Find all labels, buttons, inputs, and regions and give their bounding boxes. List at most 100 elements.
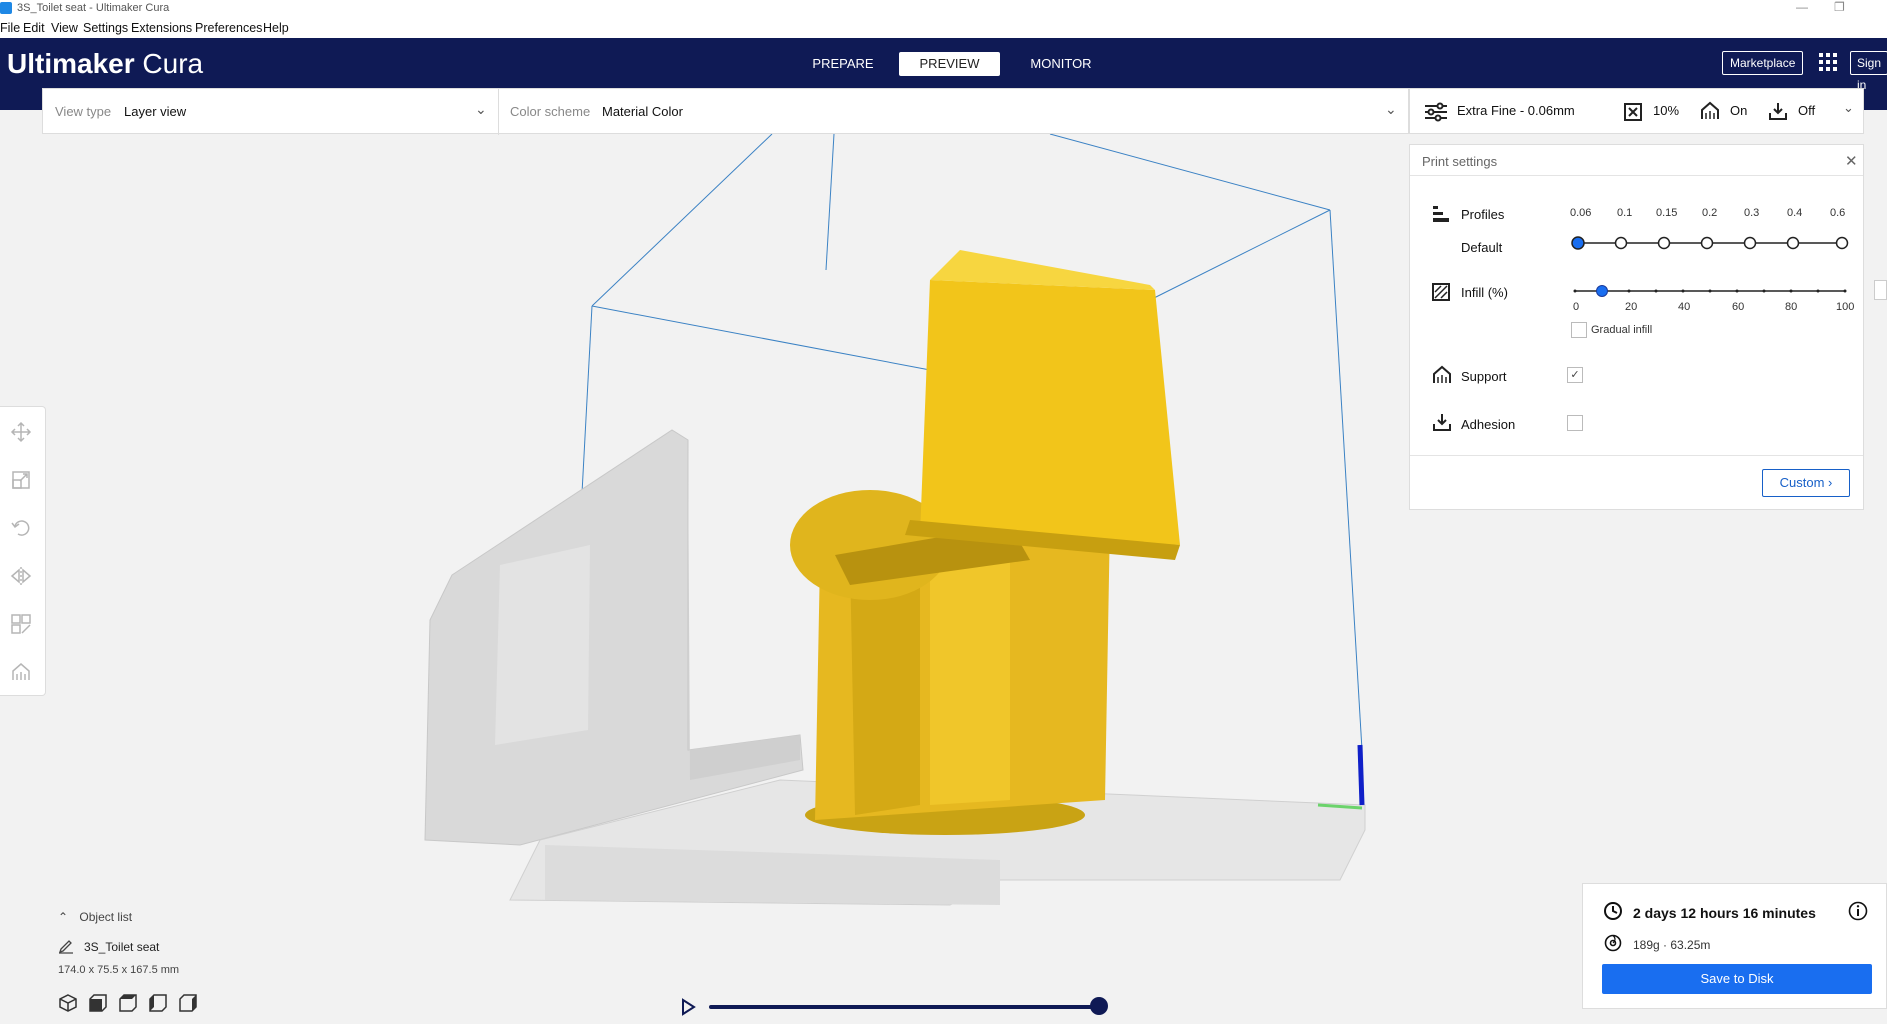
front-view-icon[interactable]: [88, 993, 108, 1013]
profile-value: 0.2: [1702, 207, 1718, 219]
window-title: 3S_Toilet seat - Ultimaker Cura: [17, 2, 170, 14]
profiles-label: Profiles: [1461, 207, 1505, 222]
menu-help[interactable]: Help: [263, 21, 289, 35]
color-scheme-select[interactable]: Material Color: [602, 104, 683, 119]
infill-label: Infill (%): [1461, 285, 1508, 300]
sliders-icon: [1425, 102, 1447, 122]
adhesion-summary: Off: [1798, 103, 1816, 118]
support-checkbox[interactable]: ✓: [1567, 367, 1583, 383]
profile-value: 0.3: [1744, 207, 1760, 219]
gradual-infill-label: Gradual infill: [1591, 324, 1653, 336]
info-icon[interactable]: [1848, 901, 1868, 921]
menu-extensions[interactable]: Extensions: [131, 21, 192, 35]
menu-file[interactable]: File: [0, 21, 20, 35]
infill-slider[interactable]: [1570, 283, 1855, 299]
object-name[interactable]: 3S_Toilet seat: [84, 940, 159, 954]
play-icon[interactable]: [680, 998, 696, 1016]
default-label: Default: [1461, 240, 1503, 255]
profile-slider-handle[interactable]: [1571, 236, 1585, 250]
per-model-settings-icon[interactable]: [10, 613, 32, 635]
pencil-icon[interactable]: [58, 940, 74, 954]
object-dimensions: 174.0 x 75.5 x 167.5 mm: [58, 964, 180, 976]
support-icon: [1433, 365, 1451, 383]
right-view-icon[interactable]: [178, 993, 198, 1013]
move-icon[interactable]: [10, 421, 32, 443]
logo-light-text: Cura: [142, 48, 204, 79]
minimize-icon[interactable]: —: [1796, 0, 1808, 14]
profile-summary: Extra Fine - 0.06mm: [1457, 103, 1575, 118]
window-titlebar: 3S_Toilet seat - Ultimaker Cura — ❐: [0, 0, 1887, 18]
menu-edit[interactable]: Edit: [23, 21, 45, 35]
infill-icon: [1432, 283, 1450, 301]
close-icon[interactable]: ✕: [1845, 152, 1858, 170]
layer-path-slider-track[interactable]: [709, 1005, 1101, 1009]
profile-value: 0.06: [1570, 207, 1592, 219]
color-scheme-label: Color scheme: [510, 104, 591, 119]
infill-tick: 100: [1836, 301, 1855, 313]
cura-logo: Ultimaker Cura: [7, 48, 203, 80]
material-usage: 189g · 63.25m: [1633, 938, 1711, 952]
custom-button-label: Custom: [1779, 475, 1825, 490]
tab-prepare[interactable]: PREPARE: [800, 52, 886, 76]
left-view-icon[interactable]: [148, 993, 168, 1013]
menu-view[interactable]: View: [51, 21, 78, 35]
layer-path-slider-handle[interactable]: [1090, 997, 1108, 1015]
chevron-down-icon[interactable]: ⌄: [475, 101, 487, 118]
chevron-up-icon: ⌃: [58, 910, 69, 924]
view-options-bar: View type Layer view ⌄ Color scheme Mate…: [42, 88, 1409, 135]
support-icon: [1701, 101, 1719, 119]
print-settings-summary[interactable]: Extra Fine - 0.06mm 10% On Off ⌄: [1409, 88, 1864, 134]
menu-settings[interactable]: Settings: [83, 21, 128, 35]
gradual-infill-checkbox[interactable]: [1571, 322, 1587, 338]
marketplace-button[interactable]: Marketplace: [1722, 51, 1804, 75]
support-blocker-icon[interactable]: [10, 661, 32, 683]
print-time: 2 days 12 hours 16 minutes: [1633, 905, 1816, 921]
clock-icon: [1604, 902, 1622, 920]
view-type-label: View type: [55, 104, 112, 119]
sign-in-button[interactable]: Sign in: [1850, 51, 1887, 92]
menu-preferences[interactable]: Preferences: [195, 21, 262, 35]
print-settings-panel: Print settings ✕ Profiles Default 0.06 0…: [1409, 144, 1864, 510]
adhesion-label: Adhesion: [1461, 417, 1516, 432]
custom-button[interactable]: Custom ›: [1762, 469, 1850, 497]
restore-icon[interactable]: ❐: [1834, 0, 1845, 14]
rotate-icon[interactable]: [10, 517, 32, 539]
tab-monitor[interactable]: MONITOR: [1018, 52, 1104, 76]
profile-value: 0.4: [1787, 207, 1803, 219]
save-to-disk-button[interactable]: Save to Disk: [1602, 964, 1872, 994]
3d-view-icon[interactable]: [58, 993, 78, 1013]
chevron-down-icon[interactable]: ⌄: [1843, 100, 1854, 116]
toilet-model: [790, 250, 1180, 835]
divider: [498, 89, 499, 135]
adhesion-icon: [1433, 414, 1451, 431]
profile-value: 0.15: [1656, 207, 1678, 219]
panel-title: Print settings: [1422, 154, 1498, 169]
mirror-icon[interactable]: [10, 565, 32, 587]
tab-preview[interactable]: PREVIEW: [899, 52, 1000, 76]
chevron-down-icon[interactable]: ⌄: [1385, 101, 1397, 118]
output-panel: 2 days 12 hours 16 minutes 189g · 63.25m…: [1582, 883, 1887, 1009]
top-view-icon[interactable]: [118, 993, 138, 1013]
scale-icon[interactable]: [10, 469, 32, 491]
divider: [1410, 455, 1863, 456]
profile-slider[interactable]: [1570, 233, 1850, 253]
menu-bar: File Edit View Settings Extensions Prefe…: [0, 18, 1887, 38]
3d-viewport[interactable]: [0, 134, 1409, 1024]
view-type-select[interactable]: Layer view: [124, 104, 186, 119]
divider: [1410, 175, 1863, 176]
infill-tick: 60: [1732, 301, 1745, 313]
infill-tick: 40: [1678, 301, 1691, 313]
adhesion-checkbox[interactable]: [1567, 415, 1583, 431]
infill-tick: 20: [1625, 301, 1638, 313]
chevron-right-icon: ›: [1828, 475, 1833, 490]
profile-value: 0.1: [1617, 207, 1633, 219]
apps-grid-icon[interactable]: [1818, 52, 1838, 72]
ghost-model-back: [424, 429, 804, 846]
infill-slider-handle[interactable]: [1596, 285, 1608, 297]
profiles-icon: [1433, 206, 1449, 222]
left-toolbar: [0, 406, 46, 696]
cura-app-icon: [0, 2, 12, 14]
layer-slider-partial[interactable]: [1874, 280, 1887, 300]
object-list-toggle[interactable]: ⌃ Object list: [58, 910, 132, 924]
support-summary: On: [1730, 103, 1748, 118]
